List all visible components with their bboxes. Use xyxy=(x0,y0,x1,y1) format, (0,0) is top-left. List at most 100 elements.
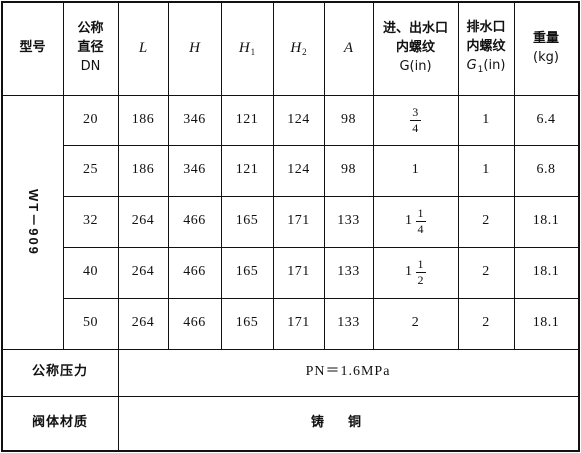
cell-dn: 20 xyxy=(63,95,118,145)
cell-g1: 1 xyxy=(458,95,514,145)
vline-7 xyxy=(373,1,374,349)
cell-h1: 165 xyxy=(221,247,273,298)
header-H2-sub: 2 xyxy=(302,46,307,57)
header-H1: H1 xyxy=(221,2,273,95)
cell-l: 186 xyxy=(118,95,168,145)
header-L: L xyxy=(118,2,168,95)
cell-h2: 171 xyxy=(273,247,324,298)
header-A-text: A xyxy=(343,39,354,56)
fraction-numerator: 1 xyxy=(417,206,424,220)
header-drain-line1: 排水口 xyxy=(466,20,506,36)
cell-h: 346 xyxy=(168,145,221,196)
cell-h2: 171 xyxy=(273,298,324,349)
cell-value: 171 xyxy=(287,213,310,229)
cell-value: 2 xyxy=(482,315,490,331)
vline-3 xyxy=(168,1,169,349)
header-drain-G: G xyxy=(466,58,477,74)
fraction-numerator: 3 xyxy=(412,104,419,119)
header-drain-unit: (in) xyxy=(483,58,506,74)
cell-g1: 2 xyxy=(458,247,514,298)
cell-h1: 165 xyxy=(221,196,273,247)
cell-h2: 124 xyxy=(273,95,324,145)
cell-a: 133 xyxy=(324,298,373,349)
material-label: 阀体材质 xyxy=(31,415,88,431)
header-A: A xyxy=(324,2,373,95)
cell-h2: 124 xyxy=(273,145,324,196)
vline-9 xyxy=(514,1,515,349)
cell-value: 466 xyxy=(183,264,206,280)
header-nominal-diameter-line3: DN xyxy=(80,58,101,74)
cell-dn: 32 xyxy=(63,196,118,247)
model-value: WT－909 xyxy=(25,188,41,256)
cell-value: 264 xyxy=(131,213,155,229)
cell-value: 1 xyxy=(482,162,490,178)
thread-size: 112 xyxy=(405,258,426,287)
header-nominal-diameter-line2: 直径 xyxy=(77,40,104,56)
cell-l: 186 xyxy=(118,145,168,196)
cell-value: 98 xyxy=(341,111,356,127)
cell-value: 2 xyxy=(482,213,490,229)
thread-fraction: 12 xyxy=(415,257,426,287)
cell-value: 165 xyxy=(235,315,259,331)
hline-row4 xyxy=(63,298,580,299)
cell-value: 6.4 xyxy=(536,111,556,127)
header-inlet-line2: 内螺纹 xyxy=(395,40,435,56)
header-H-text: H xyxy=(189,39,200,56)
cell-value: 133 xyxy=(337,315,360,331)
thread-whole: 1 xyxy=(405,213,413,229)
header-L-text: L xyxy=(138,39,148,56)
thread-size: 2 xyxy=(411,315,420,331)
cell-a: 133 xyxy=(324,196,373,247)
fraction-numerator: 1 xyxy=(417,257,424,271)
vline-8 xyxy=(458,1,459,349)
pressure-value: PN＝1.6MPa xyxy=(305,364,391,380)
thread-size: 114 xyxy=(405,207,426,236)
thread-size: 34 xyxy=(410,104,421,135)
cell-value: 466 xyxy=(183,315,206,331)
cell-weight: 6.8 xyxy=(514,145,578,196)
header-H1-base: H xyxy=(238,39,250,56)
hline-row1 xyxy=(63,145,580,146)
cell-value: 133 xyxy=(337,264,360,280)
vline-5 xyxy=(273,1,274,349)
cell-value: 18.1 xyxy=(532,264,560,280)
cell-h1: 121 xyxy=(221,145,273,196)
hline-header xyxy=(1,95,580,96)
thread-size: 1 xyxy=(411,162,420,178)
cell-dn: 25 xyxy=(63,145,118,196)
cell-g1: 2 xyxy=(458,196,514,247)
cell-value: 264 xyxy=(131,315,155,331)
header-H1-sub: 1 xyxy=(250,46,256,57)
material-label-cell: 阀体材质 xyxy=(2,396,118,451)
cell-l: 264 xyxy=(118,298,168,349)
cell-a: 98 xyxy=(324,145,373,196)
cell-value: 171 xyxy=(287,264,310,280)
cell-g: 114 xyxy=(373,196,458,247)
border-bottom xyxy=(1,450,580,452)
fraction-denominator: 2 xyxy=(417,273,424,287)
header-drain-thread: 排水口 内螺纹 G1(in) xyxy=(458,2,514,95)
cell-h1: 121 xyxy=(221,95,273,145)
pressure-label-cell: 公称压力 xyxy=(2,349,118,396)
cell-value: 124 xyxy=(287,111,310,127)
header-H2-base: H xyxy=(290,39,302,56)
vline-6 xyxy=(324,1,325,349)
cell-h: 346 xyxy=(168,95,221,145)
cell-value: 121 xyxy=(235,162,259,178)
cell-weight: 18.1 xyxy=(514,298,578,349)
cell-h: 466 xyxy=(168,298,221,349)
cell-value: 18.1 xyxy=(532,213,560,229)
cell-a: 133 xyxy=(324,247,373,298)
pressure-label: 公称压力 xyxy=(31,364,88,380)
header-weight: 重量 (kg) xyxy=(514,2,578,95)
cell-value: 121 xyxy=(235,111,259,127)
cell-dn: 50 xyxy=(63,298,118,349)
header-H2: H2 xyxy=(273,2,324,95)
thread-whole: 1 xyxy=(405,264,413,280)
cell-value: 346 xyxy=(183,162,206,178)
header-weight-line1: 重量 xyxy=(532,30,559,46)
border-right xyxy=(578,1,580,452)
cell-value: 50 xyxy=(83,315,98,331)
cell-g1: 1 xyxy=(458,145,514,196)
cell-value: 133 xyxy=(337,213,360,229)
